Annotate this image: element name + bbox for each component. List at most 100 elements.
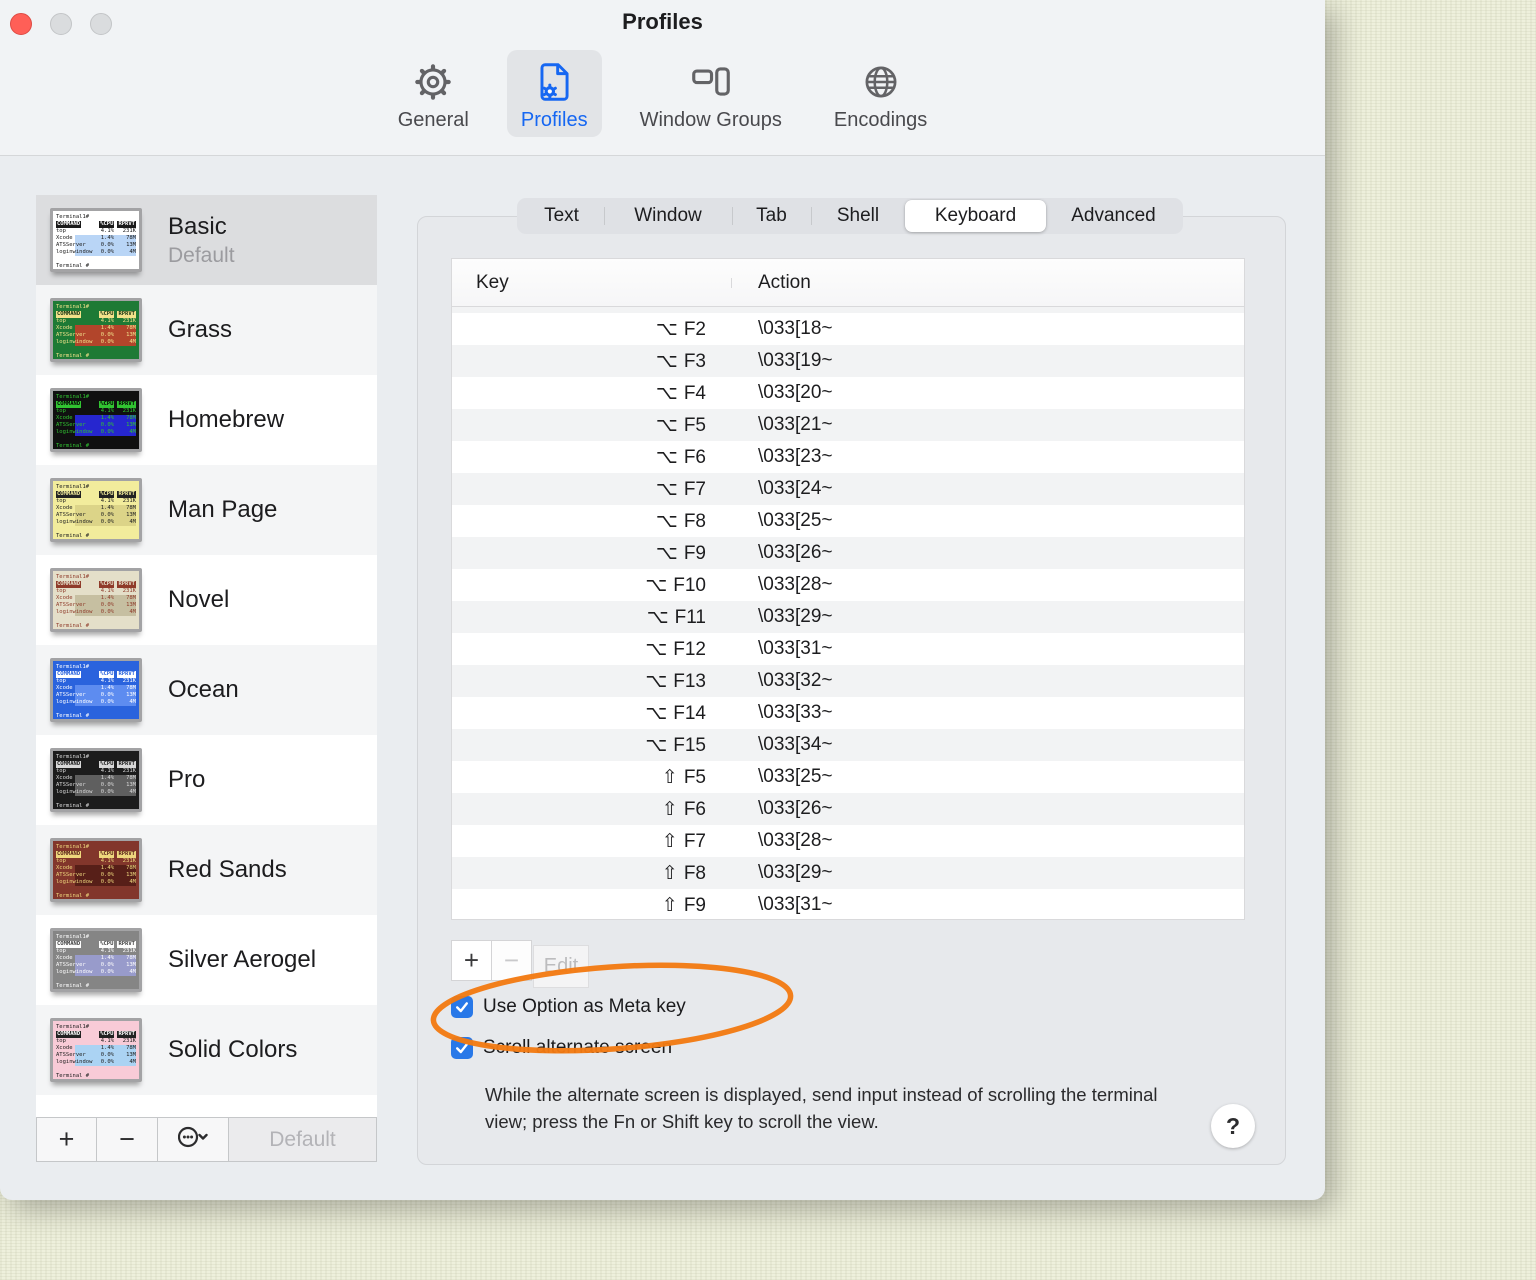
table-row[interactable]: ⇧ F9 \033[31~ (452, 889, 1244, 919)
process-cpu: 0.0% (100, 699, 114, 705)
remove-profile-button[interactable]: − (97, 1118, 158, 1161)
table-row[interactable]: ⌥ F3 \033[19~ (452, 345, 1244, 377)
tab-shell[interactable]: Shell (811, 200, 905, 232)
key-cell: ⌥ F9 (452, 542, 732, 565)
table-row[interactable]: ⌥ F8 \033[25~ (452, 505, 1244, 537)
process-mem: 231K (122, 228, 136, 234)
table-row[interactable]: ⌥ F10 \033[28~ (452, 569, 1244, 601)
thumb-header-line: COMMAND %CPU RPRVT (56, 671, 136, 678)
key-name: F5 (683, 766, 706, 788)
profile-row-man-page[interactable]: Terminal1# COMMAND %CPU RPRVT top 4.1% 231K Xco… (36, 465, 377, 555)
profile-text: Red Sands (168, 856, 287, 884)
action-cell: \033[19~ (758, 350, 833, 371)
table-row[interactable]: ⌥ F14 \033[33~ (452, 697, 1244, 729)
key-cell: ⌥ F3 (452, 350, 732, 373)
thumb-blank-line (56, 526, 136, 533)
toolbar-item-general[interactable]: General (384, 50, 483, 137)
table-row[interactable]: ⌥ F15 \033[34~ (452, 729, 1244, 761)
thumb-prompt-line: Terminal # (56, 443, 90, 449)
thumb-header-chip: RPRVT (117, 761, 136, 768)
key-cell: ⌥ F2 (452, 318, 732, 341)
thumb-process-row: top 4.1% 231K (56, 228, 136, 235)
thumb-process-row: Xcode 1.4% 78M (56, 865, 136, 872)
profile-row-red-sands[interactable]: Terminal1# COMMAND %CPU RPRVT top 4.1% 231K Xco… (36, 825, 377, 915)
profile-thumbnail: Terminal1# COMMAND %CPU RPRVT top 4.1% 231K Xco… (50, 298, 142, 362)
process-name: ATSServer (56, 512, 86, 518)
set-default-button[interactable]: Default (229, 1118, 376, 1161)
profile-row-ocean[interactable]: Terminal1# COMMAND %CPU RPRVT top 4.1% 231K Xco… (36, 645, 377, 735)
column-header-action[interactable]: Action (732, 272, 811, 294)
action-cell: \033[33~ (758, 702, 833, 723)
process-mem: 78M (126, 775, 136, 781)
table-row[interactable]: ⌥ F4 \033[20~ (452, 377, 1244, 409)
table-row[interactable]: ⌥ F7 \033[24~ (452, 473, 1244, 505)
profile-row-pro[interactable]: Terminal1# COMMAND %CPU RPRVT top 4.1% 231K Xco… (36, 735, 377, 825)
thumb-header-chip: RPRVT (117, 1031, 136, 1038)
column-header-key[interactable]: Key (452, 272, 732, 294)
table-row[interactable]: ⌥ F9 \033[26~ (452, 537, 1244, 569)
thumb-process-row: Xcode 1.4% 78M (56, 685, 136, 692)
thumb-process-row: ATSServer 0.0% 13M (56, 962, 136, 969)
process-mem: 4M (129, 519, 136, 525)
toolbar-item-encodings[interactable]: Encodings (820, 50, 941, 137)
thumb-process-row: top 4.1% 231K (56, 408, 136, 415)
profile-row-solid-colors[interactable]: Terminal1# COMMAND %CPU RPRVT top 4.1% 231K Xco… (36, 1005, 377, 1095)
option-key-icon: ⌥ (655, 509, 678, 532)
thumb-prompt-line: Terminal # (56, 353, 90, 359)
table-row[interactable]: ⌥ F2 \033[18~ (452, 313, 1244, 345)
table-row[interactable]: ⌥ F5 \033[21~ (452, 409, 1244, 441)
profile-row-homebrew[interactable]: Terminal1# COMMAND %CPU RPRVT top 4.1% 231K Xco… (36, 375, 377, 465)
profile-row-basic[interactable]: Terminal1# COMMAND %CPU RPRVT top 4.1% 231K Xco… (36, 195, 377, 285)
profile-row-silver-aerogel[interactable]: Terminal1# COMMAND %CPU RPRVT top 4.1% 231K Xco… (36, 915, 377, 1005)
profile-actions-menu-button[interactable] (158, 1118, 229, 1161)
process-cpu: 0.0% (100, 789, 114, 795)
process-cpu: 4.1% (100, 1038, 114, 1044)
action-cell: \033[20~ (758, 382, 833, 403)
add-profile-button[interactable]: + (37, 1118, 97, 1161)
table-row[interactable]: ⇧ F8 \033[29~ (452, 857, 1244, 889)
profile-row-grass[interactable]: Terminal1# COMMAND %CPU RPRVT top 4.1% 231K Xco… (36, 285, 377, 375)
checkbox-use-option-as-meta-key[interactable] (451, 996, 473, 1018)
profile-row-novel[interactable]: Terminal1# COMMAND %CPU RPRVT top 4.1% 231K Xco… (36, 555, 377, 645)
process-name: loginwindow (56, 969, 93, 975)
key-cell: ⇧ F7 (452, 830, 732, 853)
table-row[interactable]: ⌥ F11 \033[29~ (452, 601, 1244, 633)
profile-text: Homebrew (168, 406, 284, 434)
action-cell: \033[24~ (758, 478, 833, 499)
tab-window[interactable]: Window (604, 200, 732, 232)
table-row[interactable]: ⇧ F5 \033[25~ (452, 761, 1244, 793)
tab-advanced[interactable]: Advanced (1046, 200, 1181, 232)
checkbox-row-use-option-as-meta-key: Use Option as Meta key (451, 996, 686, 1018)
toolbar-item-profiles[interactable]: Profiles (506, 50, 602, 137)
tab-keyboard[interactable]: Keyboard (905, 200, 1046, 232)
thumb-header-line: COMMAND %CPU RPRVT (56, 401, 136, 408)
process-name: top (56, 498, 66, 504)
table-row[interactable]: ⌥ F12 \033[31~ (452, 633, 1244, 665)
profile-thumbnail-wrap: Terminal1# COMMAND %CPU RPRVT top 4.1% 231K Xco… (50, 208, 142, 272)
add-binding-button[interactable]: + (451, 940, 492, 981)
thumb-process-row: loginwindow 0.0% 4M (56, 519, 136, 526)
profile-name: Ocean (168, 676, 239, 703)
toolbar-item-label: General (397, 109, 469, 131)
thumb-header-chip: RPRVT (117, 221, 136, 228)
tab-tab[interactable]: Tab (732, 200, 811, 232)
help-button[interactable]: ? (1211, 1104, 1255, 1148)
table-row[interactable]: ⌥ F13 \033[32~ (452, 665, 1244, 697)
option-key-icon: ⌥ (655, 413, 678, 436)
option-key-icon: ⌥ (646, 605, 669, 628)
key-cell: ⌥ F4 (452, 382, 732, 405)
option-key-icon: ⌥ (645, 637, 668, 660)
checkbox-scroll-alternate-screen[interactable] (451, 1037, 473, 1059)
table-row[interactable]: ⌥ F6 \033[23~ (452, 441, 1244, 473)
edit-binding-button[interactable]: Edit (533, 945, 589, 988)
profile-thumbnail-wrap: Terminal1# COMMAND %CPU RPRVT top 4.1% 231K Xco… (50, 298, 142, 362)
thumb-header-chip: RPRVT (117, 311, 136, 318)
remove-binding-button[interactable]: − (491, 940, 532, 981)
thumb-header-chip: COMMAND (56, 221, 82, 228)
toolbar-item-window-groups[interactable]: Window Groups (626, 50, 796, 137)
tab-text[interactable]: Text (519, 200, 604, 232)
thumb-header-chip: RPRVT (117, 401, 136, 408)
thumb-header-chip: RPRVT (117, 671, 136, 678)
table-row[interactable]: ⇧ F6 \033[26~ (452, 793, 1244, 825)
table-row[interactable]: ⇧ F7 \033[28~ (452, 825, 1244, 857)
